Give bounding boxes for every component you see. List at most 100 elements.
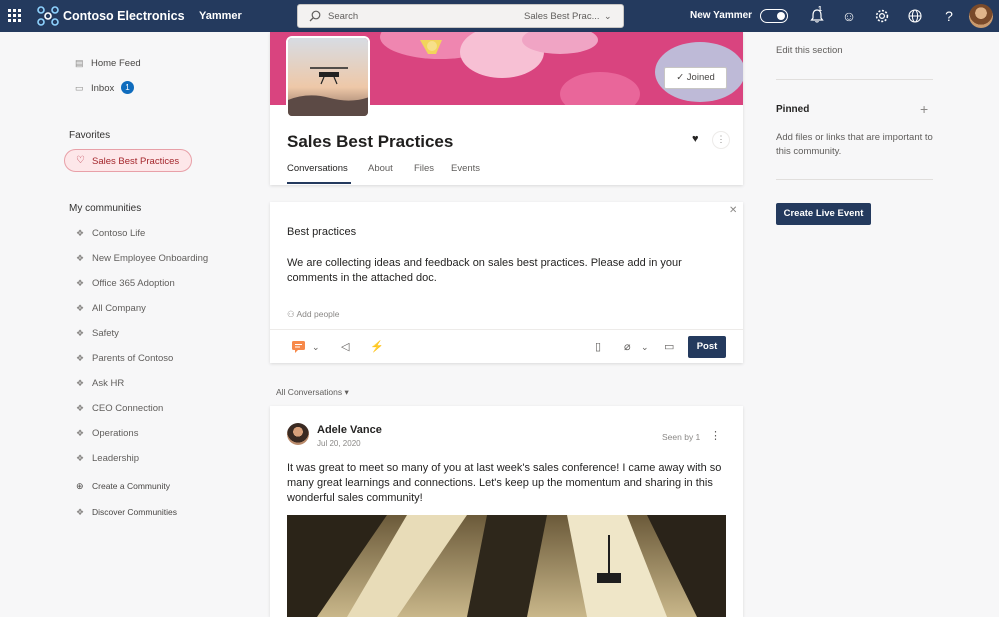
community-label: Office 365 Adoption xyxy=(92,278,175,289)
community-label: New Employee Onboarding xyxy=(92,253,209,264)
post-timestamp[interactable]: Jul 20, 2020 xyxy=(317,439,361,448)
close-icon[interactable]: ✕ xyxy=(729,205,737,216)
document-icon[interactable]: ▯ xyxy=(595,340,601,353)
community-item[interactable]: ❖ Office 365 Adoption xyxy=(76,278,175,289)
emoji-icon[interactable]: ☺ xyxy=(841,8,857,24)
more-options-icon[interactable]: ⋮ xyxy=(710,429,721,442)
search-input[interactable]: Search xyxy=(328,11,358,22)
community-item[interactable]: ❖ Safety xyxy=(76,328,119,339)
community-photo xyxy=(286,36,370,118)
tab-conversations[interactable]: Conversations xyxy=(287,163,348,174)
search-scope[interactable]: Sales Best Prac... xyxy=(524,11,600,22)
community-item[interactable]: ❖ Leadership xyxy=(76,453,139,464)
chevron-down-icon[interactable]: ⌄ xyxy=(312,342,320,353)
bell-icon[interactable] xyxy=(809,8,825,24)
new-yammer-label: New Yammer xyxy=(690,10,753,21)
add-pinned-icon[interactable]: + xyxy=(920,101,928,117)
avatar[interactable] xyxy=(969,4,993,28)
praise-icon[interactable]: ⚡ xyxy=(370,340,384,353)
discover-communities-link[interactable]: ❖ Discover Communities xyxy=(76,507,177,518)
post-body: It was great to meet so many of you at l… xyxy=(287,462,722,504)
app-name[interactable]: Yammer xyxy=(199,10,242,22)
contoso-logo-icon xyxy=(37,6,59,26)
tab-about[interactable]: About xyxy=(368,163,393,174)
community-icon: ❖ xyxy=(76,428,85,438)
community-item[interactable]: ❖ New Employee Onboarding xyxy=(76,253,208,264)
composer-body-field[interactable]: We are collecting ideas and feedback on … xyxy=(287,256,707,286)
create-community-link[interactable]: ⊕ Create a Community xyxy=(76,481,170,492)
search-icon xyxy=(309,10,321,22)
heart-icon: ♡ xyxy=(76,155,85,166)
community-item[interactable]: ❖ Contoso Life xyxy=(76,228,145,239)
favorites-heading: Favorites xyxy=(69,130,111,141)
conversation-filter[interactable]: All Conversations ▾ xyxy=(276,387,349,398)
composer-title-field[interactable]: Best practices xyxy=(287,226,356,238)
globe-icon[interactable] xyxy=(907,8,923,24)
divider xyxy=(270,329,743,330)
nav-home-feed[interactable]: ▤ Home Feed xyxy=(75,58,141,69)
page-title: Sales Best Practices xyxy=(287,132,454,151)
community-item[interactable]: ❖ Parents of Contoso xyxy=(76,353,173,364)
chevron-down-icon[interactable]: ⌄ xyxy=(641,342,649,353)
community-label: Operations xyxy=(92,428,139,439)
community-icon: ❖ xyxy=(76,507,85,517)
brand-name[interactable]: Contoso Electronics xyxy=(63,9,185,23)
search-box[interactable]: Search Sales Best Prac... ⌄ xyxy=(297,4,624,28)
divider xyxy=(776,79,933,80)
message-type-icon[interactable] xyxy=(291,340,307,354)
nav-inbox[interactable]: ▭ Inbox xyxy=(75,83,114,94)
edit-section-link[interactable]: Edit this section xyxy=(776,45,843,56)
community-icon: ❖ xyxy=(76,353,85,363)
post-button[interactable]: Post xyxy=(688,336,726,358)
gif-icon[interactable]: ▭ xyxy=(664,340,674,353)
community-label: Leadership xyxy=(92,453,140,464)
community-icon: ❖ xyxy=(76,278,85,288)
conference-photo xyxy=(287,515,726,617)
add-people-label: Add people xyxy=(296,309,340,319)
community-item[interactable]: ❖ CEO Connection xyxy=(76,403,163,414)
community-label: All Company xyxy=(92,303,146,314)
community-icon: ❖ xyxy=(76,228,85,238)
nav-inbox-label: Inbox xyxy=(91,83,115,94)
inbox-count-badge: 1 xyxy=(121,81,134,94)
drone-photo xyxy=(288,38,368,116)
community-item[interactable]: ❖ Operations xyxy=(76,428,138,439)
community-icon: ❖ xyxy=(76,378,85,388)
notification-count: 1 xyxy=(818,6,822,13)
gear-icon[interactable] xyxy=(874,8,890,24)
post-image[interactable] xyxy=(287,515,726,617)
inbox-icon: ▭ xyxy=(75,83,84,93)
community-item[interactable]: ❖ All Company xyxy=(76,303,146,314)
attachment-icon[interactable]: ⌀ xyxy=(624,340,631,353)
seen-by-count[interactable]: Seen by 1 xyxy=(662,432,700,442)
favorite-heart-icon[interactable]: ♥ xyxy=(692,133,699,145)
more-options-icon[interactable]: ⋮ xyxy=(712,131,730,149)
app-launcher-icon[interactable] xyxy=(8,9,21,22)
help-icon[interactable]: ? xyxy=(941,8,957,24)
community-icon: ❖ xyxy=(76,303,85,313)
chevron-down-icon[interactable]: ⌄ xyxy=(604,11,612,22)
community-icon: ❖ xyxy=(76,328,85,338)
community-label: Ask HR xyxy=(92,378,125,389)
tab-files[interactable]: Files xyxy=(414,163,434,174)
joined-button[interactable]: ✓ Joined xyxy=(664,67,727,89)
home-feed-icon: ▤ xyxy=(75,58,84,68)
pinned-heading: Pinned xyxy=(776,104,810,115)
post-author[interactable]: Adele Vance xyxy=(317,424,382,436)
community-item[interactable]: ❖ Ask HR xyxy=(76,378,124,389)
add-people-icon: ⚇ xyxy=(287,309,297,319)
new-yammer-toggle[interactable] xyxy=(760,9,788,23)
tab-events[interactable]: Events xyxy=(451,163,480,174)
favorite-sales-best-practices[interactable]: ♡ Sales Best Practices xyxy=(64,149,192,172)
conversation-filter-label: All Conversations xyxy=(276,387,343,397)
avatar[interactable] xyxy=(287,423,309,445)
pinned-description: Add files or links that are important to… xyxy=(776,132,933,157)
divider xyxy=(776,179,933,180)
active-tab-indicator xyxy=(287,182,351,184)
create-live-event-button[interactable]: Create Live Event xyxy=(776,203,871,225)
nav-home-feed-label: Home Feed xyxy=(91,58,141,69)
announcement-icon[interactable]: ◁ xyxy=(341,340,349,353)
discover-communities-label: Discover Communities xyxy=(92,507,178,517)
add-people-button[interactable]: ⚇ Add people xyxy=(287,309,340,320)
community-icon: ❖ xyxy=(76,403,85,413)
